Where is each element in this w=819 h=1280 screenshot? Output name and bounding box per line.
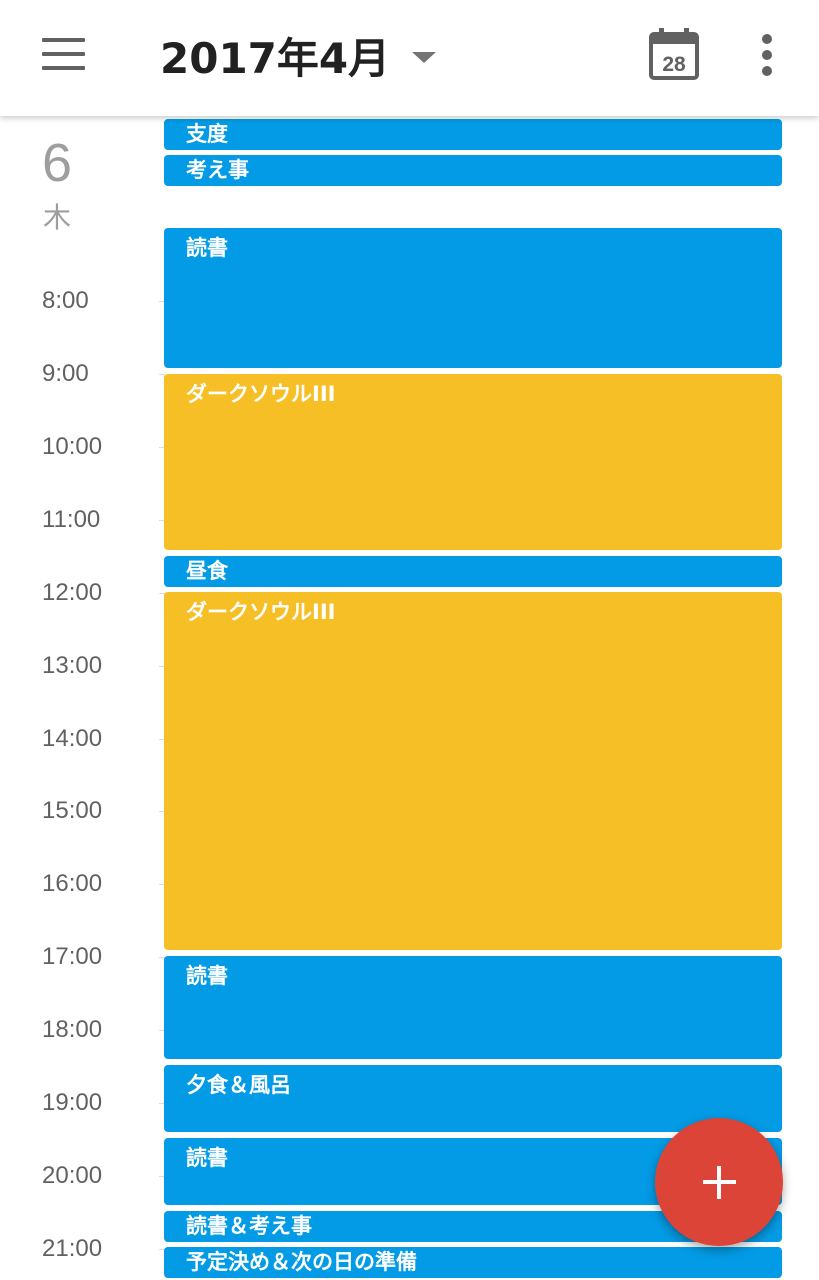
hour-label: 9:00: [42, 360, 89, 387]
event-title: 昼食: [186, 559, 228, 583]
menu-bar-line: [42, 38, 85, 42]
event-title: 支度: [186, 122, 228, 146]
hour-label: 8:00: [42, 287, 89, 314]
event-block[interactable]: 昼食: [164, 556, 782, 587]
day-weekday: 木: [43, 201, 72, 234]
menu-bar-line: [42, 66, 85, 70]
more-vert-icon[interactable]: [748, 28, 788, 82]
add-event-button[interactable]: [655, 1118, 783, 1246]
month-selector[interactable]: 2017年4月: [160, 22, 437, 88]
month-title: 2017年4月: [160, 33, 391, 83]
event-block[interactable]: ダークソウルIII: [164, 592, 782, 950]
hour-label: 10:00: [42, 433, 103, 460]
today-date: 28: [662, 53, 686, 76]
hour-label: 15:00: [42, 797, 103, 824]
event-block[interactable]: 夕食＆風呂: [164, 1065, 782, 1132]
event-title: 予定決め＆次の日の準備: [186, 1250, 417, 1274]
event-block[interactable]: 読書: [164, 956, 782, 1059]
day-number: 6: [42, 133, 73, 193]
event-title: 考え事: [186, 158, 249, 182]
event-block[interactable]: ダークソウルIII: [164, 374, 782, 550]
event-title: ダークソウルIII: [186, 600, 336, 624]
event-title: 夕食＆風呂: [186, 1073, 291, 1097]
event-title: 読書: [186, 236, 228, 260]
event-title: 読書: [186, 964, 228, 988]
hour-label: 13:00: [42, 652, 103, 679]
calendar-app: 2017年4月 28 6 木 8:00 9:00 10:00 11:00 12:…: [0, 0, 819, 1280]
app-bar: 2017年4月 28: [0, 0, 819, 116]
event-title: ダークソウルIII: [186, 382, 336, 406]
event-block[interactable]: 支度: [164, 119, 782, 150]
more-dot: [762, 66, 772, 76]
hamburger-menu-icon[interactable]: [30, 26, 96, 82]
more-dot: [762, 34, 772, 44]
more-dot: [762, 50, 772, 60]
caret-down-icon: [412, 51, 437, 63]
hour-label: 16:00: [42, 870, 103, 897]
event-block[interactable]: 予定決め＆次の日の準備: [164, 1247, 782, 1278]
hour-label: 18:00: [42, 1016, 103, 1043]
hour-label: 14:00: [42, 725, 103, 752]
plus-icon: [717, 1166, 721, 1199]
hour-label: 19:00: [42, 1089, 103, 1116]
hour-label: 12:00: [42, 579, 103, 606]
hour-label: 11:00: [42, 506, 101, 533]
calendar-today-icon: 28: [649, 28, 699, 80]
hour-label: 20:00: [42, 1162, 103, 1189]
hour-label: 17:00: [42, 943, 103, 970]
hour-label: 21:00: [42, 1235, 103, 1262]
event-block[interactable]: 考え事: [164, 155, 782, 186]
menu-bar-line: [42, 52, 85, 56]
today-button[interactable]: 28: [645, 26, 703, 84]
event-block[interactable]: 読書: [164, 228, 782, 368]
